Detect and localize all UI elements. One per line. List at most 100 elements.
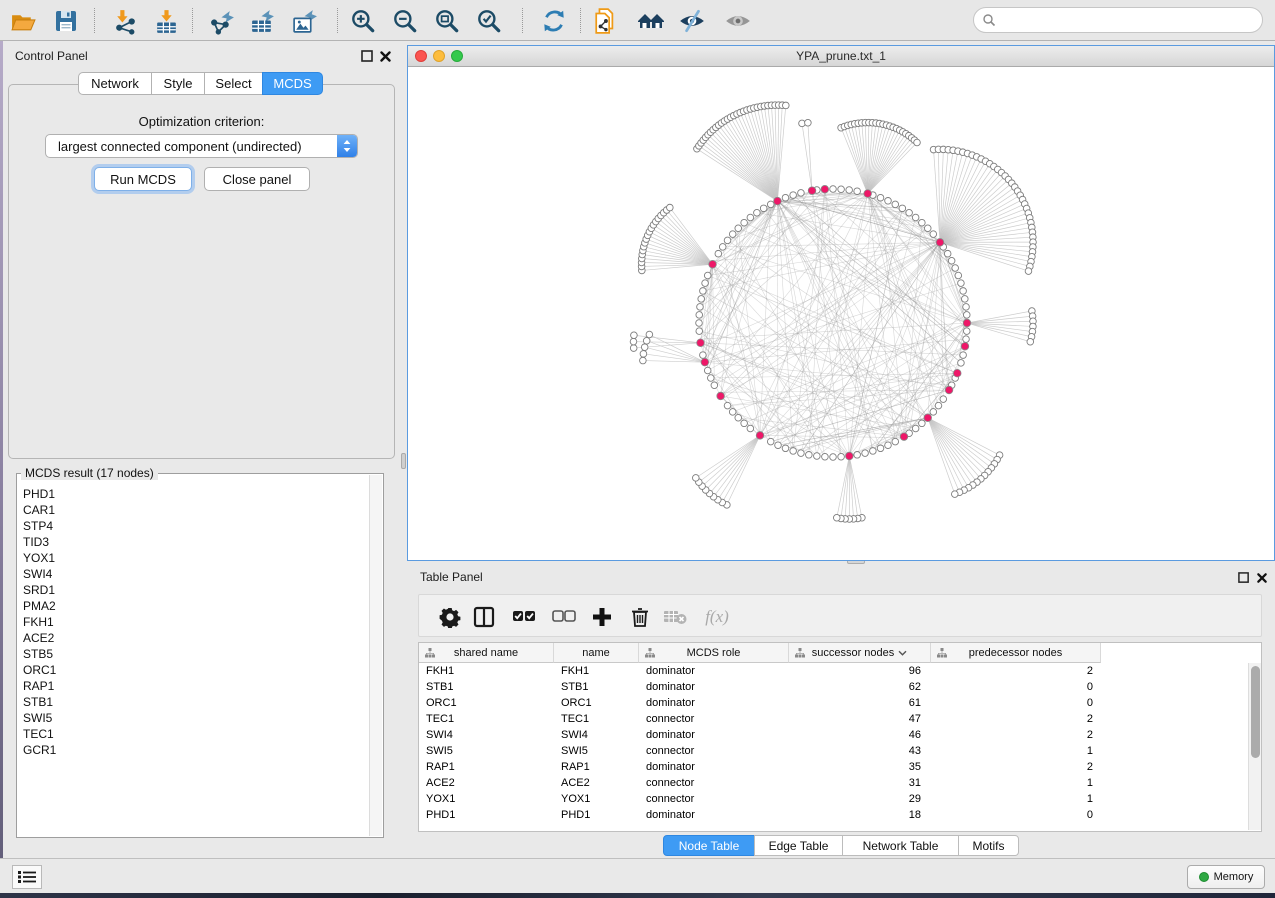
graph-node[interactable]: [899, 205, 906, 212]
graph-node[interactable]: [767, 438, 774, 445]
table-row[interactable]: ACE2ACE2connector311: [419, 775, 1247, 791]
table-row[interactable]: TEC1TEC1connector472: [419, 711, 1247, 727]
table-row[interactable]: PHD1PHD1dominator180: [419, 807, 1247, 823]
graph-node[interactable]: [906, 209, 913, 216]
mcds-hub-node[interactable]: [900, 433, 908, 441]
table-row[interactable]: RAP1RAP1dominator352: [419, 759, 1247, 775]
satellite-node[interactable]: [641, 344, 648, 351]
graph-node[interactable]: [696, 312, 703, 319]
graph-node[interactable]: [741, 219, 748, 226]
graph-node[interactable]: [870, 448, 877, 455]
mcds-hub-node[interactable]: [953, 369, 961, 377]
graph-node[interactable]: [885, 198, 892, 205]
graph-node[interactable]: [708, 375, 715, 382]
search-input[interactable]: [996, 10, 1262, 30]
graph-node[interactable]: [775, 442, 782, 449]
column-header-predecessor-nodes[interactable]: predecessor nodes: [931, 643, 1101, 663]
list-item[interactable]: GCR1: [23, 742, 369, 758]
task-history-button[interactable]: [12, 865, 42, 889]
satellite-node[interactable]: [1025, 268, 1032, 275]
graph-node[interactable]: [877, 194, 884, 201]
graph-node[interactable]: [747, 214, 754, 221]
satellite-node[interactable]: [640, 351, 647, 358]
mcds-hub-node[interactable]: [846, 452, 854, 460]
graph-node[interactable]: [724, 237, 731, 244]
satellite-node[interactable]: [951, 491, 958, 498]
mcds-hub-node[interactable]: [864, 190, 872, 198]
satellite-node[interactable]: [630, 345, 637, 352]
satellite-node[interactable]: [782, 102, 789, 109]
table-body[interactable]: FKH1FKH1dominator962STB1STB1dominator620…: [419, 663, 1247, 831]
mcds-hub-node[interactable]: [709, 260, 717, 268]
graph-node[interactable]: [962, 296, 969, 303]
mcds-hub-node[interactable]: [963, 319, 971, 327]
graph-node[interactable]: [729, 409, 736, 416]
list-item[interactable]: RAP1: [23, 678, 369, 694]
graph-node[interactable]: [696, 320, 703, 327]
graph-node[interactable]: [877, 445, 884, 452]
tab-mcds[interactable]: MCDS: [262, 72, 323, 95]
tab-network[interactable]: Network: [78, 72, 152, 95]
column-header-successor-nodes[interactable]: successor nodes: [789, 643, 931, 663]
graph-node[interactable]: [854, 452, 861, 459]
satellite-node[interactable]: [640, 357, 647, 364]
hide-selected-icon[interactable]: [677, 6, 707, 36]
graph-node[interactable]: [955, 272, 962, 279]
mcds-hub-node[interactable]: [717, 392, 725, 400]
gear-icon[interactable]: [435, 602, 465, 632]
column-header-mcds-role[interactable]: MCDS role: [639, 643, 789, 663]
graph-node[interactable]: [715, 250, 722, 257]
run-mcds-button[interactable]: Run MCDS: [94, 167, 192, 191]
show-all-icon[interactable]: [723, 6, 753, 36]
delete-icon[interactable]: [625, 602, 655, 632]
graph-node[interactable]: [704, 272, 711, 279]
graph-node[interactable]: [948, 257, 955, 264]
graph-node[interactable]: [814, 453, 821, 460]
table-row[interactable]: YOX1YOX1connector291: [419, 791, 1247, 807]
function-builder-icon[interactable]: f(x): [698, 602, 736, 632]
mcds-hub-node[interactable]: [945, 386, 953, 394]
export-image-icon[interactable]: [289, 6, 319, 36]
satellite-node[interactable]: [631, 332, 638, 339]
graph-node[interactable]: [892, 438, 899, 445]
table-row[interactable]: SWI5SWI5connector431: [419, 743, 1247, 759]
close-panel-icon[interactable]: [1256, 571, 1269, 584]
list-item[interactable]: YOX1: [23, 550, 369, 566]
satellite-node[interactable]: [833, 514, 840, 521]
satellite-node[interactable]: [667, 204, 674, 211]
mcds-hub-node[interactable]: [697, 339, 705, 347]
graph-node[interactable]: [963, 312, 970, 319]
splitter-grip[interactable]: [401, 453, 406, 469]
graph-node[interactable]: [735, 414, 742, 421]
graph-node[interactable]: [798, 190, 805, 197]
satellite-node[interactable]: [646, 331, 653, 338]
table-row[interactable]: SWI4SWI4dominator462: [419, 727, 1247, 743]
graph-node[interactable]: [952, 265, 959, 272]
list-item[interactable]: SWI4: [23, 566, 369, 582]
satellite-node[interactable]: [643, 337, 650, 344]
satellite-node[interactable]: [805, 119, 812, 126]
network-from-selection-icon[interactable]: [592, 6, 622, 36]
list-item[interactable]: SRD1: [23, 582, 369, 598]
mcds-hub-node[interactable]: [936, 239, 944, 247]
graph-node[interactable]: [724, 402, 731, 409]
graph-node[interactable]: [963, 304, 970, 311]
graph-node[interactable]: [822, 453, 829, 460]
graph-node[interactable]: [711, 382, 718, 389]
graph-node[interactable]: [767, 201, 774, 208]
graph-node[interactable]: [963, 336, 970, 343]
graph-node[interactable]: [930, 409, 937, 416]
float-panel-icon[interactable]: [361, 50, 374, 63]
graph-node[interactable]: [838, 186, 845, 193]
zoom-in-icon[interactable]: [348, 6, 378, 36]
show-columns-icon[interactable]: [469, 602, 499, 632]
table-row[interactable]: STB1STB1dominator620: [419, 679, 1247, 695]
graph-node[interactable]: [729, 231, 736, 238]
import-table-icon[interactable]: [151, 6, 181, 36]
tab-select[interactable]: Select: [204, 72, 263, 95]
graph-node[interactable]: [830, 454, 837, 461]
refresh-icon[interactable]: [539, 6, 569, 36]
graph-node[interactable]: [924, 225, 931, 232]
save-session-icon[interactable]: [51, 6, 81, 36]
list-item[interactable]: STB5: [23, 646, 369, 662]
